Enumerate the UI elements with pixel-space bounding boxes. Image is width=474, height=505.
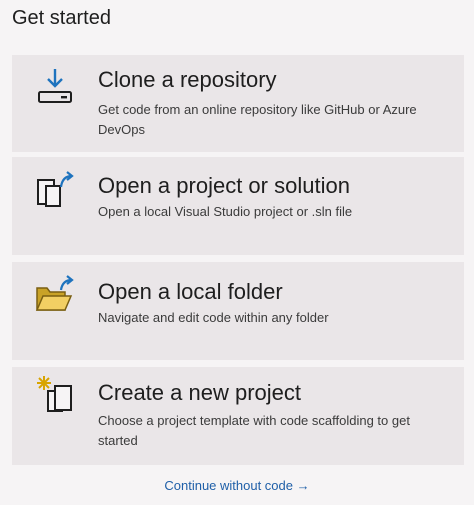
clone-repository-heading: Clone a repository	[98, 67, 277, 92]
continue-without-code-link[interactable]: Continue without code →	[0, 478, 474, 493]
open-folder-card[interactable]: Open a local folder Navigate and edit co…	[12, 262, 464, 360]
get-started-title: Get started	[12, 7, 111, 29]
open-project-icon	[35, 170, 75, 210]
new-project-icon	[35, 375, 75, 415]
create-project-heading: Create a new project	[98, 380, 301, 405]
clone-repository-card[interactable]: Clone a repository Get code from an onli…	[12, 55, 464, 152]
clone-download-icon	[35, 67, 75, 107]
create-project-description: Choose a project template with code scaf…	[98, 413, 410, 448]
clone-repository-description: Get code from an online repository like …	[98, 102, 417, 137]
create-project-card[interactable]: Create a new project Choose a project te…	[12, 367, 464, 465]
open-folder-heading: Open a local folder	[98, 279, 283, 304]
open-project-description: Open a local Visual Studio project or .s…	[98, 204, 353, 219]
open-project-heading: Open a project or solution	[98, 173, 350, 198]
open-project-card[interactable]: Open a project or solution Open a local …	[12, 157, 464, 255]
open-folder-icon	[35, 274, 75, 314]
open-folder-description: Navigate and edit code within any folder	[98, 310, 329, 325]
